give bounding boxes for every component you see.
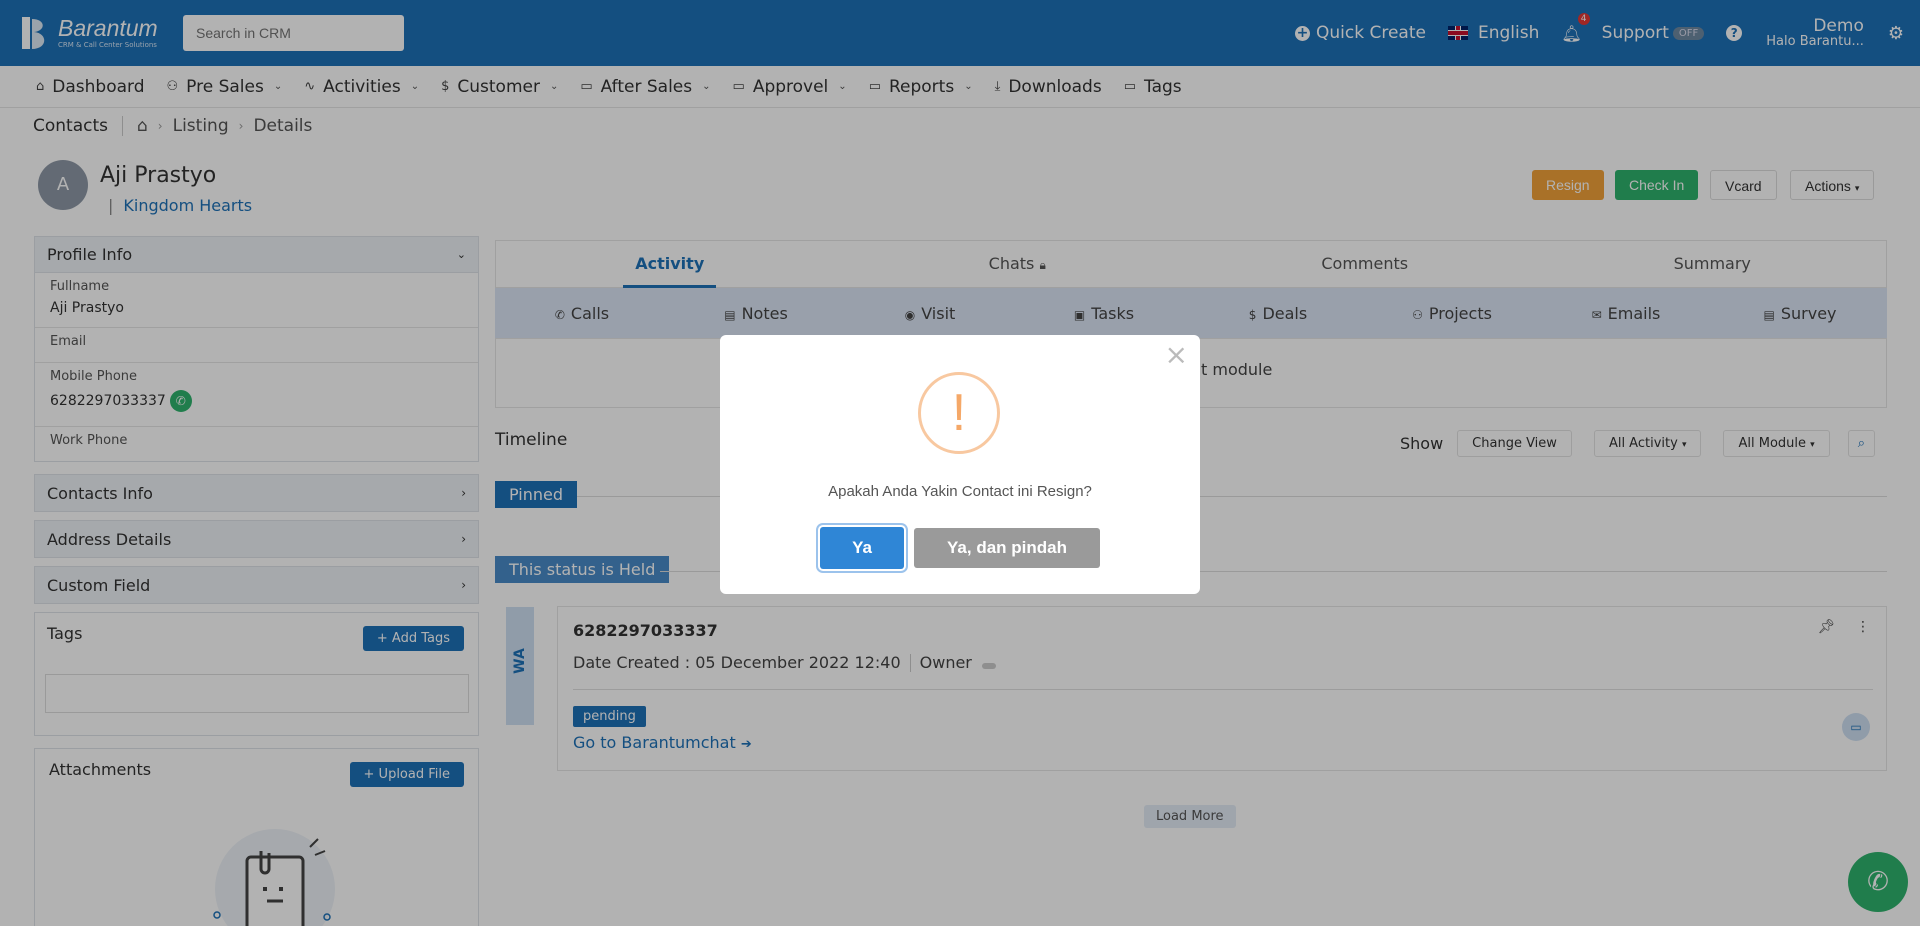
resign-confirm-dialog: × ! Apakah Anda Yakin Contact ini Resign… [720, 335, 1200, 594]
warning-icon: ! [918, 372, 1000, 454]
confirm-yes-button[interactable]: Ya [820, 527, 904, 569]
close-icon[interactable]: × [1165, 341, 1188, 369]
dialog-message: Apakah Anda Yakin Contact ini Resign? [828, 483, 1092, 500]
confirm-yes-move-button[interactable]: Ya, dan pindah [914, 528, 1100, 568]
